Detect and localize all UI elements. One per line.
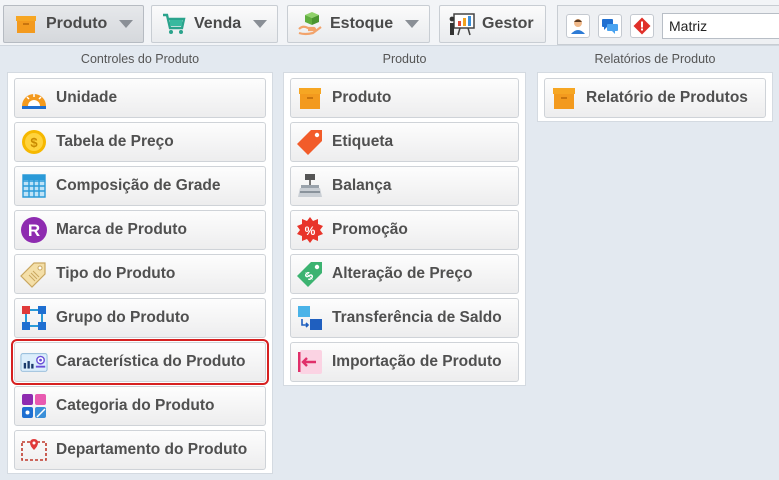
svg-text:R: R	[28, 221, 40, 240]
toolbar-area	[557, 5, 779, 45]
item-relatorio-de-produtos[interactable]: Relatório de Produtos	[544, 78, 766, 118]
user-icon[interactable]	[566, 14, 590, 38]
item-label: Alteração de Preço	[332, 265, 473, 282]
tag-icon	[20, 260, 48, 288]
item-composicao-de-grade[interactable]: Composição de Grade	[14, 166, 266, 206]
item-label: Etiqueta	[332, 133, 394, 150]
menu-produto-label: Produto	[46, 15, 108, 32]
box-icon	[550, 84, 578, 112]
item-label: Categoria do Produto	[56, 397, 215, 414]
menu-produto-button[interactable]: Produto	[3, 5, 145, 43]
item-label: Tabela de Preço	[56, 133, 174, 150]
label-icon	[296, 128, 324, 156]
column-controles: Unidade $ Tabela de Preço Composição de …	[7, 72, 273, 474]
top-menu-bar: Produto Venda Estoque Gestor	[0, 0, 779, 46]
column-relatorios: Relatório de Produtos	[537, 72, 773, 122]
item-label: Grupo do Produto	[56, 309, 190, 326]
item-label: Composição de Grade	[56, 177, 221, 194]
cart-icon	[160, 10, 188, 38]
item-label: Relatório de Produtos	[586, 89, 748, 106]
produto-dropdown-panel: Controles do Produto Unidade $ Tabela de…	[0, 46, 779, 480]
chevron-down-icon	[119, 20, 134, 28]
menu-venda-label: Venda	[194, 15, 242, 32]
column-title-relatorios: Relatórios de Produto	[594, 52, 716, 66]
item-produto[interactable]: Produto	[290, 78, 519, 118]
department-icon	[20, 436, 48, 464]
column-title-produto: Produto	[382, 52, 427, 66]
item-balanca[interactable]: Balança	[290, 166, 519, 206]
column-title-controles: Controles do Produto	[80, 52, 200, 66]
branch-input[interactable]	[662, 13, 779, 39]
item-etiqueta[interactable]: Etiqueta	[290, 122, 519, 162]
board-icon	[448, 10, 476, 38]
brand-icon: R	[20, 216, 48, 244]
item-label: Transferência de Saldo	[332, 309, 502, 326]
menu-gestor-label: Gestor	[482, 15, 534, 32]
item-grupo-do-produto[interactable]: Grupo do Produto	[14, 298, 266, 338]
item-tabela-de-preco[interactable]: $ Tabela de Preço	[14, 122, 266, 162]
svg-text:$: $	[30, 135, 38, 150]
ruler-icon	[20, 84, 48, 112]
item-promocao[interactable]: % Promoção	[290, 210, 519, 250]
item-label: Unidade	[56, 89, 118, 106]
item-label: Tipo do Produto	[56, 265, 176, 282]
item-label: Promoção	[332, 221, 408, 238]
chevron-down-icon	[253, 20, 268, 28]
menu-gestor-button[interactable]: Gestor	[439, 5, 546, 43]
grid-icon	[20, 172, 48, 200]
coin-icon: $	[20, 128, 48, 156]
menu-estoque-label: Estoque	[330, 15, 394, 32]
item-transferencia-de-saldo[interactable]: Transferência de Saldo	[290, 298, 519, 338]
item-label: Característica do Produto	[56, 353, 246, 370]
category-icon	[20, 392, 48, 420]
item-label: Departamento do Produto	[56, 441, 248, 458]
box-icon	[296, 84, 324, 112]
item-label: Importação de Produto	[332, 353, 502, 370]
scale-icon	[296, 172, 324, 200]
item-caracteristica-do-produto[interactable]: Característica do Produto	[11, 339, 269, 385]
item-unidade[interactable]: Unidade	[14, 78, 266, 118]
item-tipo-do-produto[interactable]: Tipo do Produto	[14, 254, 266, 294]
column-produto: Produto Etiqueta Balança % Promoção $ Al…	[283, 72, 526, 386]
import-icon	[296, 348, 324, 376]
item-alteracao-de-preco[interactable]: $ Alteração de Preço	[290, 254, 519, 294]
feature-icon	[20, 348, 48, 376]
item-label: Marca de Produto	[56, 221, 187, 238]
svg-text:%: %	[305, 224, 316, 238]
chat-icon[interactable]	[598, 14, 622, 38]
item-label: Balança	[332, 177, 392, 194]
menu-estoque-button[interactable]: Estoque	[287, 5, 431, 43]
group-icon	[20, 304, 48, 332]
item-marca-de-produto[interactable]: R Marca de Produto	[14, 210, 266, 250]
item-label: Produto	[332, 89, 392, 106]
percent-icon: %	[296, 216, 324, 244]
chevron-down-icon	[405, 20, 420, 28]
alert-icon[interactable]	[630, 14, 654, 38]
box-icon	[12, 10, 40, 38]
item-importacao-de-produto[interactable]: Importação de Produto	[290, 342, 519, 382]
stock-icon	[296, 10, 324, 38]
item-departamento-do-produto[interactable]: Departamento do Produto	[14, 430, 266, 470]
transfer-icon	[296, 304, 324, 332]
menu-venda-button[interactable]: Venda	[151, 5, 279, 43]
item-categoria-do-produto[interactable]: Categoria do Produto	[14, 386, 266, 426]
price-change-icon: $	[296, 260, 324, 288]
